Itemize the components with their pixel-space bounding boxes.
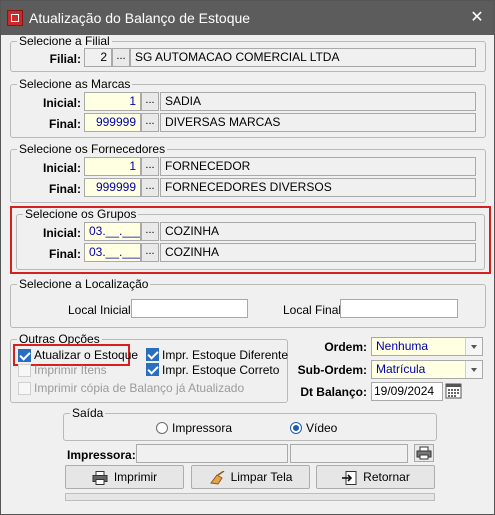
ordem-label: Ordem: — [324, 340, 367, 354]
grupos-final-code-field[interactable]: 03.__.___ — [84, 243, 141, 262]
ordem-select[interactable]: Nenhuma — [371, 337, 483, 356]
ordem-value: Nenhuma — [376, 339, 429, 353]
printer-settings-icon[interactable] — [414, 444, 434, 462]
marcas-final-search-button[interactable]: ... — [141, 113, 159, 132]
fornecedores-initial-name-field: FORNECEDOR — [160, 157, 476, 176]
marcas-final-name-field: DIVERSAS MARCAS — [160, 113, 476, 132]
chevron-down-icon — [465, 361, 482, 378]
filial-search-button[interactable]: ... — [112, 48, 130, 67]
sub-ordem-label: Sub-Ordem: — [297, 363, 367, 377]
marcas-final-code-field[interactable]: 999999 — [84, 113, 141, 132]
impr-estoque-diferente-label: Impr. Estoque Diferente — [162, 348, 289, 362]
fornecedores-final-code-field[interactable]: 999999 — [84, 178, 141, 197]
grupos-initial-search-button[interactable]: ... — [141, 222, 159, 241]
app-icon — [7, 10, 23, 26]
saida-group: Saída — [63, 407, 437, 441]
dt-balanco-label: Dt Balanço: — [300, 385, 367, 399]
video-radio-label: Vídeo — [306, 421, 338, 435]
grupos-initial-name-field: COZINHA — [160, 222, 476, 241]
filial-label: Filial: — [49, 52, 81, 66]
grupos-initial-code-field[interactable]: 03.__.___ — [84, 222, 141, 241]
printer-icon — [92, 470, 108, 485]
window-title: Atualização do Balanço de Estoque — [29, 10, 251, 26]
marcas-initial-name-field: SADIA — [160, 92, 476, 111]
fornecedores-legend: Selecione os Fornecedores — [19, 142, 166, 156]
filial-code-field[interactable]: 2 — [84, 48, 112, 67]
imprimir-button[interactable]: Imprimir — [65, 465, 184, 489]
eraser-icon — [209, 470, 225, 485]
local-final-field[interactable] — [340, 299, 458, 318]
dialog-window: Atualização do Balanço de Estoque ✕ Sele… — [0, 0, 495, 515]
impressora-label: Impressora: — [67, 448, 136, 462]
retornar-button[interactable]: Retornar — [316, 465, 435, 489]
imprimir-itens-checkbox — [18, 364, 31, 377]
impressora-field — [136, 444, 288, 463]
fornecedores-initial-label: Inicial: — [42, 161, 81, 175]
chevron-down-icon — [465, 338, 482, 355]
atualizar-estoque-checkbox[interactable] — [18, 349, 31, 362]
marcas-initial-label: Inicial: — [42, 96, 81, 110]
impr-estoque-correto-label: Impr. Estoque Correto — [162, 363, 280, 377]
retornar-label: Retornar — [363, 470, 410, 484]
title-bar: Atualização do Balanço de Estoque ✕ — [1, 1, 494, 35]
limpar-tela-label: Limpar Tela — [230, 470, 293, 484]
impressora-radio-label: Impressora — [172, 421, 233, 435]
atualizar-estoque-label: Atualizar o Estoque — [34, 348, 139, 362]
fornecedores-final-name-field: FORNECEDORES DIVERSOS — [160, 178, 476, 197]
impressora-extra-field — [290, 444, 408, 463]
saida-legend: Saída — [72, 406, 104, 420]
local-initial-label: Local Inicial: — [68, 303, 135, 317]
video-radio[interactable] — [290, 422, 302, 434]
impr-estoque-correto-checkbox[interactable] — [146, 363, 159, 376]
fornecedores-initial-search-button[interactable]: ... — [141, 157, 159, 176]
limpar-tela-button[interactable]: Limpar Tela — [191, 465, 310, 489]
imprimir-itens-label: Imprimir Itens — [34, 363, 107, 377]
progress-bar — [65, 493, 435, 501]
grupos-initial-label: Inicial: — [42, 226, 81, 240]
dt-balanco-field[interactable]: 19/09/2024 — [371, 382, 443, 401]
marcas-final-label: Final: — [49, 117, 81, 131]
return-icon — [342, 470, 357, 485]
grupos-final-name-field: COZINHA — [160, 243, 476, 262]
marcas-initial-search-button[interactable]: ... — [141, 92, 159, 111]
marcas-initial-code-field[interactable]: 1 — [84, 92, 141, 111]
imprimir-copia-label: Imprimir cópia de Balanço já Atualizado — [34, 381, 245, 395]
close-icon[interactable]: ✕ — [466, 7, 488, 29]
filial-name-field: SG AUTOMACAO COMERCIAL LTDA — [130, 48, 476, 67]
sub-ordem-select[interactable]: Matrícula — [371, 360, 483, 379]
localizacao-legend: Selecione a Localização — [19, 277, 149, 291]
impressora-radio[interactable] — [156, 422, 168, 434]
impr-estoque-diferente-checkbox[interactable] — [146, 348, 159, 361]
imprimir-copia-checkbox — [18, 382, 31, 395]
sub-ordem-value: Matrícula — [376, 362, 426, 376]
marcas-legend: Selecione as Marcas — [19, 77, 131, 91]
grupos-legend: Selecione os Grupos — [25, 207, 137, 221]
fornecedores-initial-code-field[interactable]: 1 — [84, 157, 141, 176]
imprimir-label: Imprimir — [113, 470, 158, 484]
local-final-label: Local Final: — [283, 303, 345, 317]
calendar-icon[interactable] — [445, 382, 462, 399]
grupos-final-label: Final: — [49, 247, 81, 261]
grupos-final-search-button[interactable]: ... — [141, 243, 159, 262]
filial-legend: Selecione a Filial — [19, 34, 110, 48]
fornecedores-final-label: Final: — [49, 182, 81, 196]
fornecedores-final-search-button[interactable]: ... — [141, 178, 159, 197]
local-initial-field[interactable] — [131, 299, 248, 318]
